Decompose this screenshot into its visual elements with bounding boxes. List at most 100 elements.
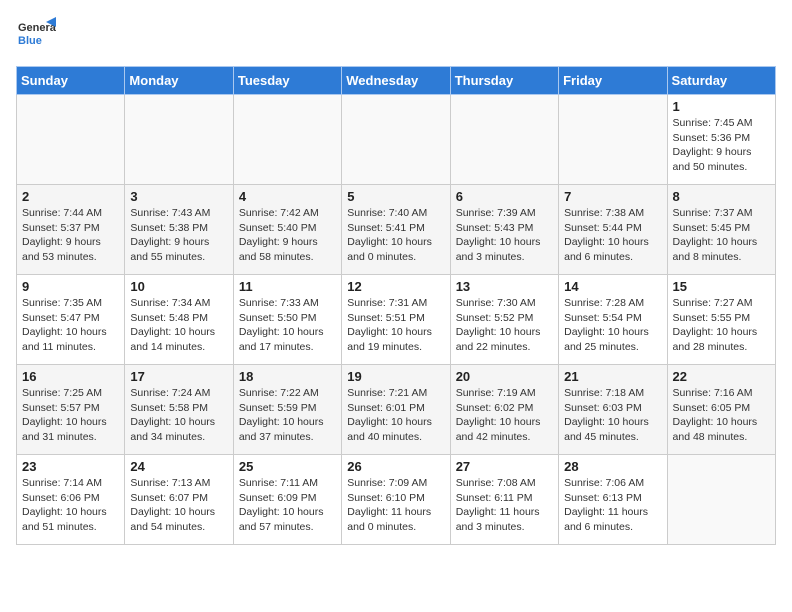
day-cell: 28 Sunrise: 7:06 AM Sunset: 6:13 PM Dayli… xyxy=(559,455,667,545)
column-header-friday: Friday xyxy=(559,67,667,95)
day-info: Sunrise: 7:06 AM Sunset: 6:13 PM Dayligh… xyxy=(564,476,661,535)
week-row-5: 23 Sunrise: 7:14 AM Sunset: 6:06 PM Dayli… xyxy=(17,455,776,545)
day-info: Sunrise: 7:13 AM Sunset: 6:07 PM Dayligh… xyxy=(130,476,227,535)
day-cell: 23 Sunrise: 7:14 AM Sunset: 6:06 PM Dayli… xyxy=(17,455,125,545)
day-cell: 19 Sunrise: 7:21 AM Sunset: 6:01 PM Dayli… xyxy=(342,365,450,455)
day-cell xyxy=(559,95,667,185)
day-cell: 25 Sunrise: 7:11 AM Sunset: 6:09 PM Dayli… xyxy=(233,455,341,545)
day-number: 18 xyxy=(239,369,336,384)
day-info: Sunrise: 7:21 AM Sunset: 6:01 PM Dayligh… xyxy=(347,386,444,445)
day-number: 15 xyxy=(673,279,770,294)
day-number: 21 xyxy=(564,369,661,384)
day-cell: 20 Sunrise: 7:19 AM Sunset: 6:02 PM Dayli… xyxy=(450,365,558,455)
day-info: Sunrise: 7:35 AM Sunset: 5:47 PM Dayligh… xyxy=(22,296,119,355)
column-header-saturday: Saturday xyxy=(667,67,775,95)
day-cell: 3 Sunrise: 7:43 AM Sunset: 5:38 PM Daylig… xyxy=(125,185,233,275)
day-number: 26 xyxy=(347,459,444,474)
day-cell: 10 Sunrise: 7:34 AM Sunset: 5:48 PM Dayli… xyxy=(125,275,233,365)
column-header-thursday: Thursday xyxy=(450,67,558,95)
day-info: Sunrise: 7:30 AM Sunset: 5:52 PM Dayligh… xyxy=(456,296,553,355)
calendar-header-row: SundayMondayTuesdayWednesdayThursdayFrid… xyxy=(17,67,776,95)
day-cell: 4 Sunrise: 7:42 AM Sunset: 5:40 PM Daylig… xyxy=(233,185,341,275)
day-number: 12 xyxy=(347,279,444,294)
day-number: 27 xyxy=(456,459,553,474)
day-number: 25 xyxy=(239,459,336,474)
week-row-3: 9 Sunrise: 7:35 AM Sunset: 5:47 PM Daylig… xyxy=(17,275,776,365)
day-info: Sunrise: 7:37 AM Sunset: 5:45 PM Dayligh… xyxy=(673,206,770,265)
day-cell xyxy=(125,95,233,185)
day-cell: 7Sunrise: 7:38 AM Sunset: 5:44 PM Daylig… xyxy=(559,185,667,275)
day-info: Sunrise: 7:11 AM Sunset: 6:09 PM Dayligh… xyxy=(239,476,336,535)
day-cell: 11Sunrise: 7:33 AM Sunset: 5:50 PM Dayli… xyxy=(233,275,341,365)
week-row-1: 1 Sunrise: 7:45 AM Sunset: 5:36 PM Daylig… xyxy=(17,95,776,185)
day-number: 22 xyxy=(673,369,770,384)
day-number: 17 xyxy=(130,369,227,384)
day-info: Sunrise: 7:40 AM Sunset: 5:41 PM Dayligh… xyxy=(347,206,444,265)
day-number: 3 xyxy=(130,189,227,204)
day-info: Sunrise: 7:25 AM Sunset: 5:57 PM Dayligh… xyxy=(22,386,119,445)
day-info: Sunrise: 7:38 AM Sunset: 5:44 PM Dayligh… xyxy=(564,206,661,265)
column-header-sunday: Sunday xyxy=(17,67,125,95)
day-cell xyxy=(450,95,558,185)
day-cell: 18 Sunrise: 7:22 AM Sunset: 5:59 PM Dayli… xyxy=(233,365,341,455)
day-number: 10 xyxy=(130,279,227,294)
logo-svg: General Blue xyxy=(16,16,56,56)
day-cell: 14 Sunrise: 7:28 AM Sunset: 5:54 PM Dayli… xyxy=(559,275,667,365)
day-number: 13 xyxy=(456,279,553,294)
day-number: 2 xyxy=(22,189,119,204)
week-row-4: 16 Sunrise: 7:25 AM Sunset: 5:57 PM Dayli… xyxy=(17,365,776,455)
day-info: Sunrise: 7:14 AM Sunset: 6:06 PM Dayligh… xyxy=(22,476,119,535)
day-info: Sunrise: 7:22 AM Sunset: 5:59 PM Dayligh… xyxy=(239,386,336,445)
day-number: 20 xyxy=(456,369,553,384)
page-header: General Blue xyxy=(16,16,776,56)
day-number: 16 xyxy=(22,369,119,384)
day-info: Sunrise: 7:18 AM Sunset: 6:03 PM Dayligh… xyxy=(564,386,661,445)
day-cell: 15 Sunrise: 7:27 AM Sunset: 5:55 PM Dayli… xyxy=(667,275,775,365)
day-info: Sunrise: 7:45 AM Sunset: 5:36 PM Dayligh… xyxy=(673,116,770,175)
day-cell: 24 Sunrise: 7:13 AM Sunset: 6:07 PM Dayli… xyxy=(125,455,233,545)
column-header-tuesday: Tuesday xyxy=(233,67,341,95)
day-number: 24 xyxy=(130,459,227,474)
day-info: Sunrise: 7:28 AM Sunset: 5:54 PM Dayligh… xyxy=(564,296,661,355)
day-info: Sunrise: 7:39 AM Sunset: 5:43 PM Dayligh… xyxy=(456,206,553,265)
day-info: Sunrise: 7:31 AM Sunset: 5:51 PM Dayligh… xyxy=(347,296,444,355)
day-info: Sunrise: 7:19 AM Sunset: 6:02 PM Dayligh… xyxy=(456,386,553,445)
day-cell xyxy=(667,455,775,545)
column-header-wednesday: Wednesday xyxy=(342,67,450,95)
day-cell: 2 Sunrise: 7:44 AM Sunset: 5:37 PM Daylig… xyxy=(17,185,125,275)
day-info: Sunrise: 7:09 AM Sunset: 6:10 PM Dayligh… xyxy=(347,476,444,535)
day-cell: 1 Sunrise: 7:45 AM Sunset: 5:36 PM Daylig… xyxy=(667,95,775,185)
day-cell: 21 Sunrise: 7:18 AM Sunset: 6:03 PM Dayli… xyxy=(559,365,667,455)
day-cell: 17 Sunrise: 7:24 AM Sunset: 5:58 PM Dayli… xyxy=(125,365,233,455)
day-number: 8 xyxy=(673,189,770,204)
day-info: Sunrise: 7:34 AM Sunset: 5:48 PM Dayligh… xyxy=(130,296,227,355)
column-header-monday: Monday xyxy=(125,67,233,95)
day-number: 11 xyxy=(239,279,336,294)
day-number: 9 xyxy=(22,279,119,294)
day-cell: 22 Sunrise: 7:16 AM Sunset: 6:05 PM Dayli… xyxy=(667,365,775,455)
day-number: 23 xyxy=(22,459,119,474)
day-info: Sunrise: 7:44 AM Sunset: 5:37 PM Dayligh… xyxy=(22,206,119,265)
day-cell: 16 Sunrise: 7:25 AM Sunset: 5:57 PM Dayli… xyxy=(17,365,125,455)
day-cell xyxy=(342,95,450,185)
day-cell: 5Sunrise: 7:40 AM Sunset: 5:41 PM Daylig… xyxy=(342,185,450,275)
day-number: 14 xyxy=(564,279,661,294)
svg-text:Blue: Blue xyxy=(18,35,42,47)
day-number: 1 xyxy=(673,99,770,114)
day-cell: 13 Sunrise: 7:30 AM Sunset: 5:52 PM Dayli… xyxy=(450,275,558,365)
day-info: Sunrise: 7:08 AM Sunset: 6:11 PM Dayligh… xyxy=(456,476,553,535)
day-cell: 9 Sunrise: 7:35 AM Sunset: 5:47 PM Daylig… xyxy=(17,275,125,365)
day-cell xyxy=(233,95,341,185)
week-row-2: 2 Sunrise: 7:44 AM Sunset: 5:37 PM Daylig… xyxy=(17,185,776,275)
day-number: 19 xyxy=(347,369,444,384)
day-cell: 6Sunrise: 7:39 AM Sunset: 5:43 PM Daylig… xyxy=(450,185,558,275)
day-info: Sunrise: 7:43 AM Sunset: 5:38 PM Dayligh… xyxy=(130,206,227,265)
day-cell: 26 Sunrise: 7:09 AM Sunset: 6:10 PM Dayli… xyxy=(342,455,450,545)
day-number: 28 xyxy=(564,459,661,474)
day-number: 4 xyxy=(239,189,336,204)
day-info: Sunrise: 7:27 AM Sunset: 5:55 PM Dayligh… xyxy=(673,296,770,355)
day-cell: 8 Sunrise: 7:37 AM Sunset: 5:45 PM Daylig… xyxy=(667,185,775,275)
day-info: Sunrise: 7:42 AM Sunset: 5:40 PM Dayligh… xyxy=(239,206,336,265)
day-info: Sunrise: 7:16 AM Sunset: 6:05 PM Dayligh… xyxy=(673,386,770,445)
day-info: Sunrise: 7:24 AM Sunset: 5:58 PM Dayligh… xyxy=(130,386,227,445)
